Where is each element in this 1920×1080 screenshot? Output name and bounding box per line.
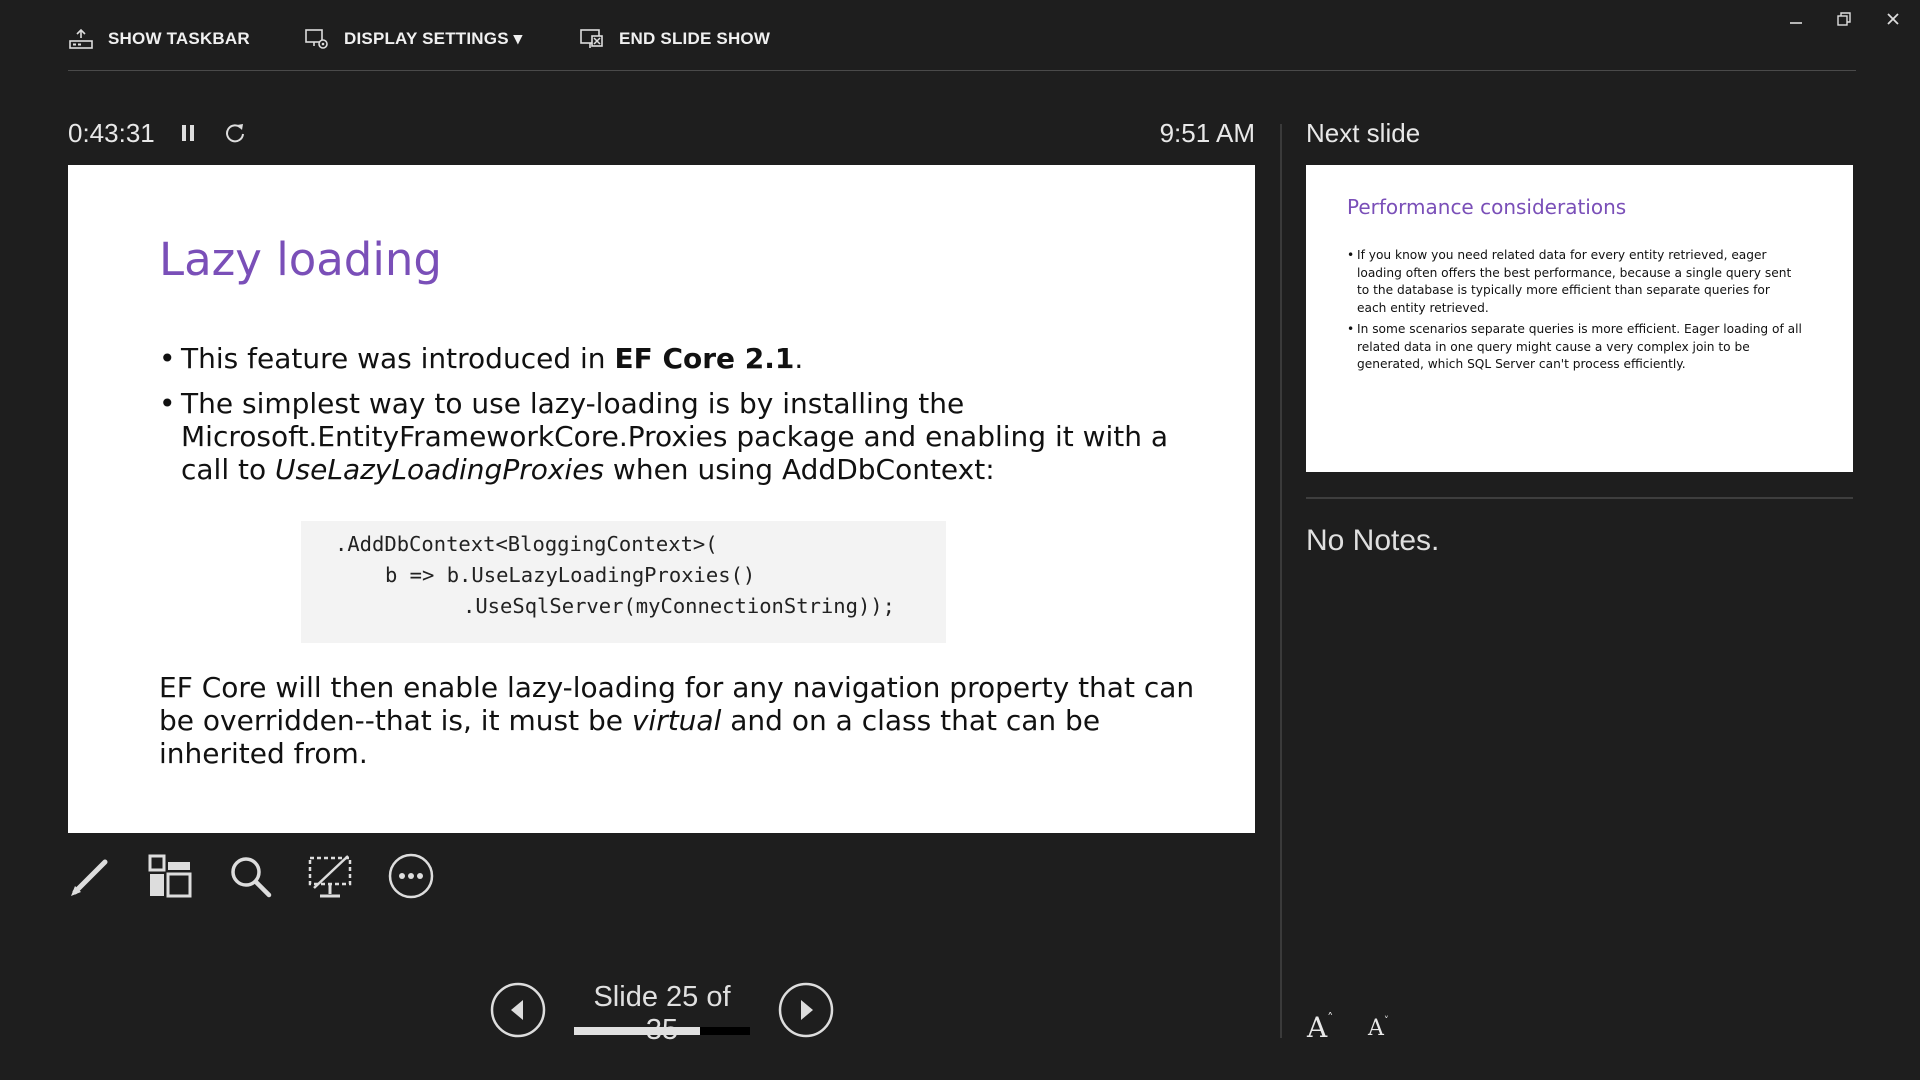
show-taskbar-label: SHOW TASKBAR [108, 29, 250, 48]
slide-bullet: The simplest way to use lazy-loading is … [159, 387, 1199, 486]
decrease-font-icon: ˅ [1383, 1016, 1389, 1027]
taskbar-icon [69, 28, 93, 49]
next-slide-bullets: If you know you need related data for ev… [1347, 247, 1802, 378]
elapsed-timer: 0:43:31 [68, 118, 155, 148]
decrease-font-button[interactable]: A˅ [1368, 1016, 1389, 1041]
pen-icon[interactable] [67, 852, 115, 900]
code-line: .UseSqlServer(myConnectionString)); [463, 594, 895, 618]
toolbar-divider [68, 70, 1856, 71]
slide-progress-bar [574, 1027, 750, 1035]
pause-icon[interactable] [175, 120, 201, 146]
speaker-notes[interactable]: No Notes. [1306, 524, 1439, 558]
end-show-icon [580, 29, 603, 48]
display-settings-label: DISPLAY SETTINGS ▾ [344, 29, 523, 48]
para-italic-text: virtual [631, 704, 722, 737]
next-slide-icon[interactable] [778, 982, 834, 1038]
notes-divider[interactable] [1306, 497, 1853, 499]
code-block: .AddDbContext<BloggingContext>( b => b.U… [301, 521, 946, 643]
slide-progress-fill [574, 1027, 700, 1035]
next-slide-title: Performance considerations [1347, 195, 1627, 219]
black-screen-icon[interactable] [306, 852, 354, 900]
zoom-icon[interactable] [226, 852, 274, 900]
previous-slide-icon[interactable] [490, 982, 546, 1038]
current-slide[interactable]: Lazy loading This feature was introduced… [68, 165, 1255, 833]
next-slide-preview[interactable]: Performance considerations If you know y… [1306, 165, 1853, 472]
close-icon[interactable] [1880, 8, 1906, 30]
bullet-text: . [794, 342, 804, 375]
show-taskbar-button[interactable]: SHOW TASKBAR [68, 22, 250, 56]
next-slide-bullet: If you know you need related data for ev… [1347, 247, 1802, 317]
next-slide-bullet: In some scenarios separate queries is mo… [1347, 321, 1802, 374]
display-settings-icon [305, 29, 328, 49]
slide-counter[interactable]: Slide 25 of 35 [574, 981, 750, 1047]
slide-title: Lazy loading [159, 233, 442, 286]
slide-paragraph: EF Core will then enable lazy-loading fo… [159, 671, 1199, 770]
code-line: .AddDbContext<BloggingContext>( [335, 532, 718, 556]
increase-font-label: A [1307, 1011, 1328, 1044]
see-all-slides-icon[interactable] [146, 852, 194, 900]
pane-divider[interactable] [1280, 124, 1282, 1038]
more-options-icon[interactable] [387, 852, 435, 900]
increase-font-icon: ˄ [1327, 1011, 1334, 1025]
bullet-italic-text: UseLazyLoadingProxies [275, 453, 605, 486]
end-slide-show-label: END SLIDE SHOW [619, 29, 771, 48]
next-slide-label: Next slide [1306, 118, 1421, 148]
display-settings-button[interactable]: DISPLAY SETTINGS ▾ [304, 22, 522, 56]
bullet-text: when using AddDbContext: [604, 453, 995, 486]
minimize-icon[interactable] [1783, 8, 1809, 30]
increase-font-button[interactable]: A˄ [1307, 1011, 1333, 1044]
bullet-bold-text: EF Core 2.1 [614, 342, 795, 375]
slide-bullet: This feature was introduced in EF Core 2… [159, 342, 1199, 375]
current-time: 9:51 AM [1159, 118, 1255, 148]
slide-bullets: This feature was introduced in EF Core 2… [159, 342, 1199, 498]
bullet-text: This feature was introduced in [181, 342, 615, 375]
restart-icon[interactable] [222, 120, 248, 146]
code-line: b => b.UseLazyLoadingProxies() [385, 563, 756, 587]
restore-icon[interactable] [1831, 8, 1857, 30]
end-slide-show-button[interactable]: END SLIDE SHOW [579, 22, 770, 56]
decrease-font-label: A [1368, 1016, 1384, 1041]
